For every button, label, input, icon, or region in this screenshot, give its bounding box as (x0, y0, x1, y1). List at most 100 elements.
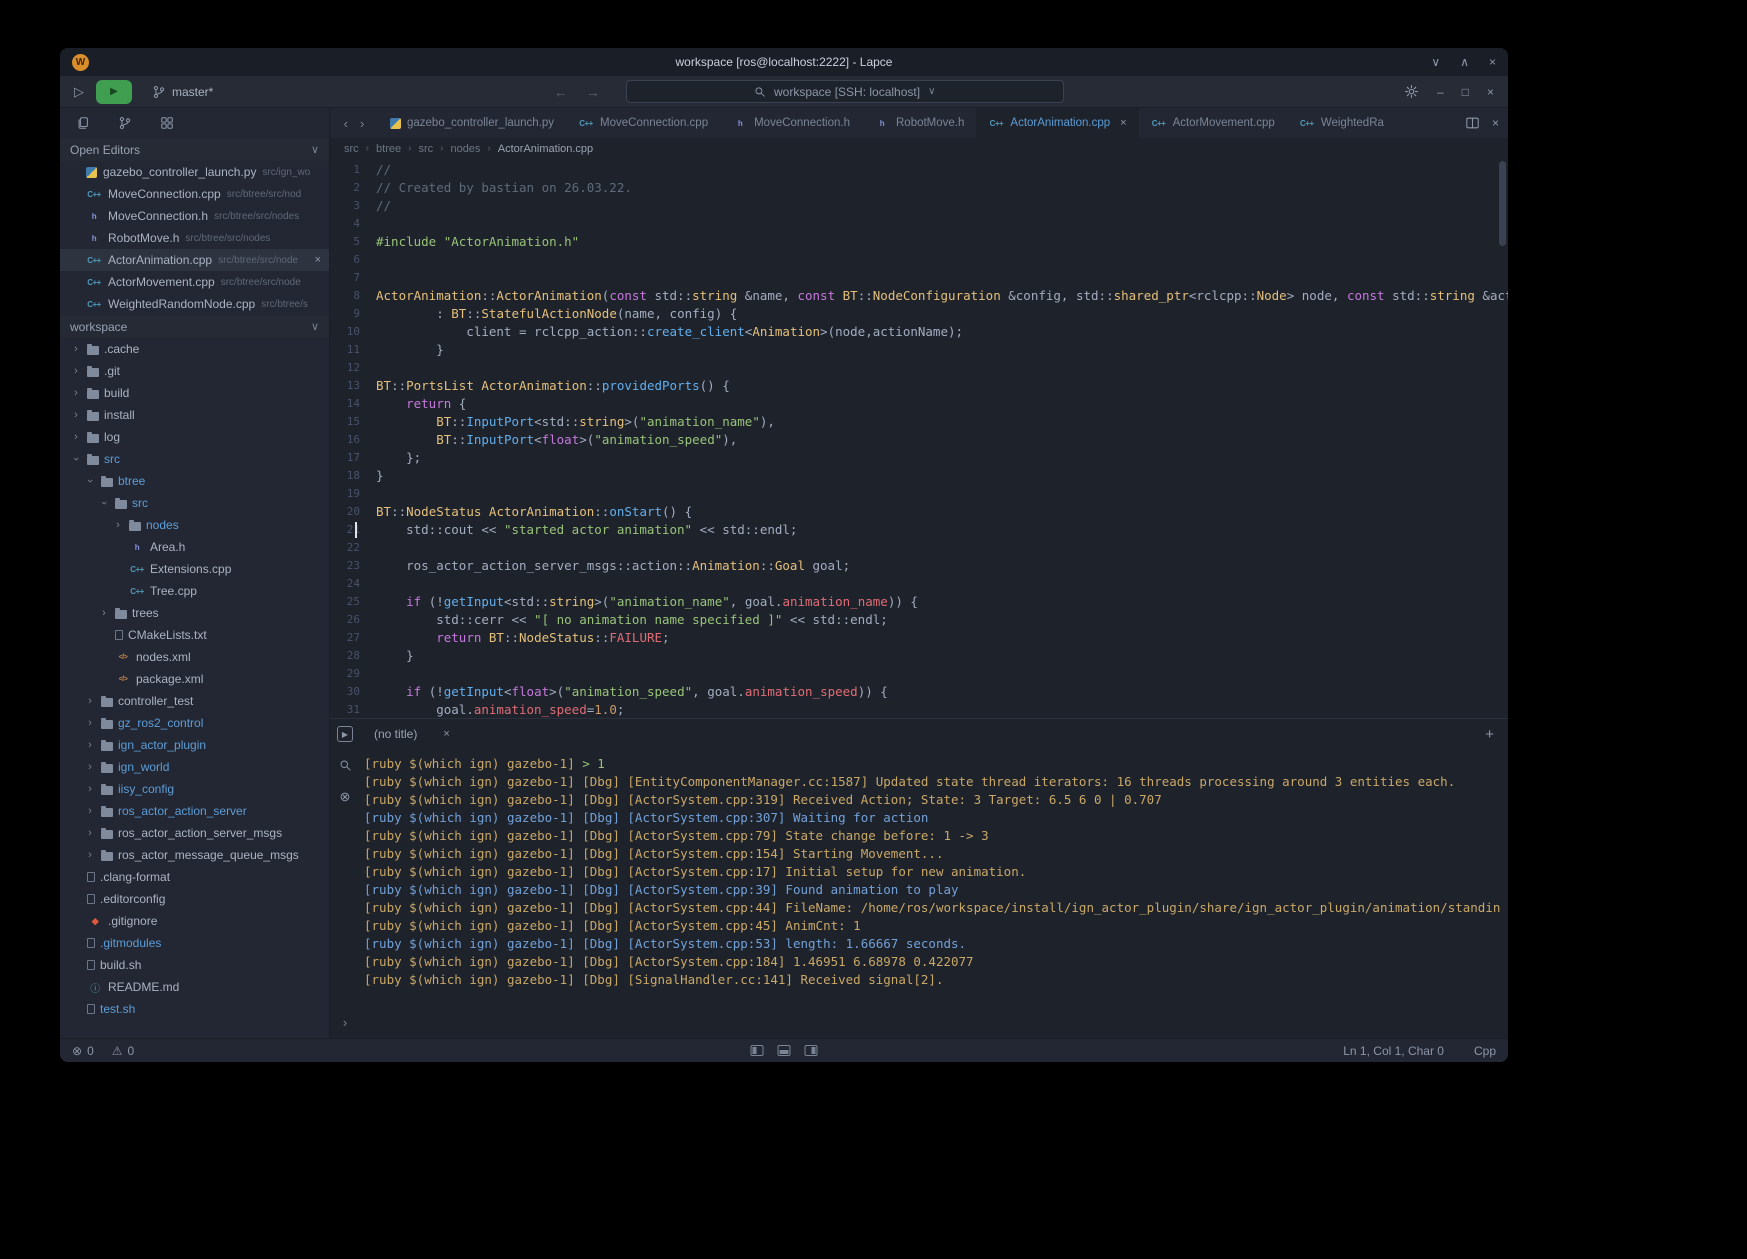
tree-file-nodes-xml[interactable]: </>nodes.xml (60, 646, 329, 668)
terminal-line-10[interactable]: [ruby $(which ign) gazebo-1] [Dbg] [Acto… (364, 917, 1500, 935)
terminal-line-12[interactable]: [ruby $(which ign) gazebo-1] [Dbg] [Acto… (364, 953, 1500, 971)
code-line-2[interactable]: 2// Created by bastian on 26.03.22. (330, 179, 1508, 197)
code-line-5[interactable]: 5#include "ActorAnimation.h" (330, 233, 1508, 251)
code-line-9[interactable]: 9 : BT::StatefulActionNode(name, config)… (330, 305, 1508, 323)
code-editor[interactable]: 1//2// Created by bastian on 26.03.22.3/… (330, 159, 1508, 718)
toggle-left-panel-icon[interactable] (751, 1045, 764, 1056)
terminal-line-7[interactable]: [ruby $(which ign) gazebo-1] [Dbg] [Acto… (364, 863, 1500, 881)
code-line-17[interactable]: 17 }; (330, 449, 1508, 467)
code-line-8[interactable]: 8ActorAnimation::ActorAnimation(const st… (330, 287, 1508, 305)
toggle-right-panel-icon[interactable] (805, 1045, 818, 1056)
run-button[interactable]: ▶ (96, 80, 132, 104)
workspace-search-input[interactable]: workspace [SSH: localhost] ∨ (626, 80, 1064, 103)
navigate-forward-icon[interactable]: → (586, 84, 600, 100)
tree-file-editorconfig[interactable]: .editorconfig (60, 888, 329, 910)
tree-folder-gz-ros2-control[interactable]: ›gz_ros2_control (60, 712, 329, 734)
close-editor-icon[interactable]: × (1492, 116, 1499, 130)
tree-file-clang-format[interactable]: .clang-format (60, 866, 329, 888)
code-line-15[interactable]: 15 BT::InputPort<std::string>("animation… (330, 413, 1508, 431)
code-line-7[interactable]: 7 (330, 269, 1508, 287)
code-line-25[interactable]: 25 if (!getInput<std::string>("animation… (330, 593, 1508, 611)
tree-file-gitignore[interactable]: ◆.gitignore (60, 910, 329, 932)
tree-folder-build[interactable]: ›build (60, 382, 329, 404)
code-line-12[interactable]: 12 (330, 359, 1508, 377)
tree-folder-install[interactable]: ›install (60, 404, 329, 426)
breadcrumb-item[interactable]: nodes (450, 143, 480, 155)
open-editor-actoranimation-cpp[interactable]: C++ActorAnimation.cppsrc/btree/src/node× (60, 249, 329, 271)
terminal-line-9[interactable]: [ruby $(which ign) gazebo-1] [Dbg] [Acto… (364, 899, 1500, 917)
code-line-21[interactable]: 21 std::cout << "started actor animation… (330, 521, 1508, 539)
terminal-line-11[interactable]: [ruby $(which ign) gazebo-1] [Dbg] [Acto… (364, 935, 1500, 953)
terminal-section-icon[interactable]: ▶ (337, 726, 353, 742)
tree-folder-trees[interactable]: ›trees (60, 602, 329, 624)
code-line-13[interactable]: 13BT::PortsList ActorAnimation::provided… (330, 377, 1508, 395)
tree-folder-controller-test[interactable]: ›controller_test (60, 690, 329, 712)
tree-folder-nodes[interactable]: ›nodes (60, 514, 329, 536)
tree-file-package-xml[interactable]: </>package.xml (60, 668, 329, 690)
terminal-tab-close-icon[interactable]: × (443, 728, 449, 740)
breadcrumb-item[interactable]: src (418, 143, 433, 155)
tree-file-test-sh[interactable]: test.sh (60, 998, 329, 1020)
cursor-position[interactable]: Ln 1, Col 1, Char 0 (1343, 1044, 1444, 1058)
toggle-bottom-panel-icon[interactable] (778, 1045, 791, 1056)
tree-folder-ign-world[interactable]: ›ign_world (60, 756, 329, 778)
open-editor-actormovement-cpp[interactable]: C++ActorMovement.cppsrc/btree/src/node (60, 271, 329, 293)
tree-file-build-sh[interactable]: build.sh (60, 954, 329, 976)
language-mode[interactable]: Cpp (1474, 1044, 1496, 1058)
split-editor-icon[interactable] (1465, 116, 1480, 130)
tree-file-cmakelists-txt[interactable]: CMakeLists.txt (60, 624, 329, 646)
new-terminal-icon[interactable]: + (1485, 726, 1508, 743)
tab-gazebo-controller-launch-py[interactable]: gazebo_controller_launch.py (378, 108, 566, 138)
code-line-11[interactable]: 11 } (330, 341, 1508, 359)
tree-file-tree-cpp[interactable]: C++Tree.cpp (60, 580, 329, 602)
tab-robotmove-h[interactable]: hRobotMove.h (862, 108, 976, 138)
workspace-header[interactable]: workspace ∨ (60, 315, 329, 338)
code-line-19[interactable]: 19 (330, 485, 1508, 503)
tree-folder-ros-actor-message-queue-msgs[interactable]: ›ros_actor_message_queue_msgs (60, 844, 329, 866)
code-line-27[interactable]: 27 return BT::NodeStatus::FAILURE; (330, 629, 1508, 647)
code-line-1[interactable]: 1// (330, 161, 1508, 179)
code-line-3[interactable]: 3// (330, 197, 1508, 215)
tree-folder-iisy-config[interactable]: ›iisy_config (60, 778, 329, 800)
panel-search-icon[interactable] (339, 759, 352, 772)
tree-file-gitmodules[interactable]: .gitmodules (60, 932, 329, 954)
terminal-output[interactable]: [ruby $(which ign) gazebo-1] > 1[ruby $(… (360, 749, 1508, 989)
tabs-scroll-right-icon[interactable]: › (360, 116, 364, 131)
titlebar-shade-icon[interactable]: ∨ (1431, 55, 1440, 69)
extensions-icon[interactable] (160, 116, 174, 130)
terminal-line-4[interactable]: [ruby $(which ign) gazebo-1] [Dbg] [Acto… (364, 809, 1500, 827)
breadcrumb-item[interactable]: btree (376, 143, 401, 155)
code-line-20[interactable]: 20BT::NodeStatus ActorAnimation::onStart… (330, 503, 1508, 521)
code-line-23[interactable]: 23 ros_actor_action_server_msgs::action:… (330, 557, 1508, 575)
panel-problems-icon[interactable]: ⊗ (340, 789, 351, 805)
tab-weightedra[interactable]: C++WeightedRa (1287, 108, 1396, 138)
window-maximize-icon[interactable]: □ (1462, 85, 1469, 99)
breadcrumb-item[interactable]: src (344, 143, 359, 155)
code-line-6[interactable]: 6 (330, 251, 1508, 269)
tree-folder-log[interactable]: ›log (60, 426, 329, 448)
code-line-31[interactable]: 31 goal.animation_speed=1.0; (330, 701, 1508, 718)
panel-expand-icon[interactable]: › (343, 1015, 347, 1030)
titlebar-close-icon[interactable]: × (1489, 55, 1496, 69)
code-line-22[interactable]: 22 (330, 539, 1508, 557)
tree-file-readme-md[interactable]: ⓘREADME.md (60, 976, 329, 998)
source-control-icon[interactable] (118, 116, 132, 130)
tab-moveconnection-h[interactable]: hMoveConnection.h (720, 108, 862, 138)
terminal-line-1[interactable]: [ruby $(which ign) gazebo-1] > 1 (364, 755, 1500, 773)
code-line-28[interactable]: 28 } (330, 647, 1508, 665)
code-line-14[interactable]: 14 return { (330, 395, 1508, 413)
tree-folder-git[interactable]: ›.git (60, 360, 329, 382)
tree-file-area-h[interactable]: hArea.h (60, 536, 329, 558)
terminal-line-2[interactable]: [ruby $(which ign) gazebo-1] [Dbg] [Enti… (364, 773, 1500, 791)
terminal-tab[interactable]: (no title) × (360, 719, 464, 749)
open-editor-moveconnection-cpp[interactable]: C++MoveConnection.cppsrc/btree/src/nod (60, 183, 329, 205)
collapse-chevron-icon[interactable]: ∨ (311, 143, 319, 156)
tree-folder-btree[interactable]: ›btree (60, 470, 329, 492)
tab-actormovement-cpp[interactable]: C++ActorMovement.cpp (1139, 108, 1287, 138)
run-outline-icon[interactable]: ▷ (74, 84, 84, 100)
open-editor-robotmove-h[interactable]: hRobotMove.hsrc/btree/src/nodes (60, 227, 329, 249)
code-line-10[interactable]: 10 client = rclcpp_action::create_client… (330, 323, 1508, 341)
navigate-back-icon[interactable]: ← (554, 84, 568, 100)
terminal-line-3[interactable]: [ruby $(which ign) gazebo-1] [Dbg] [Acto… (364, 791, 1500, 809)
code-line-26[interactable]: 26 std::cerr << "[ no animation name spe… (330, 611, 1508, 629)
